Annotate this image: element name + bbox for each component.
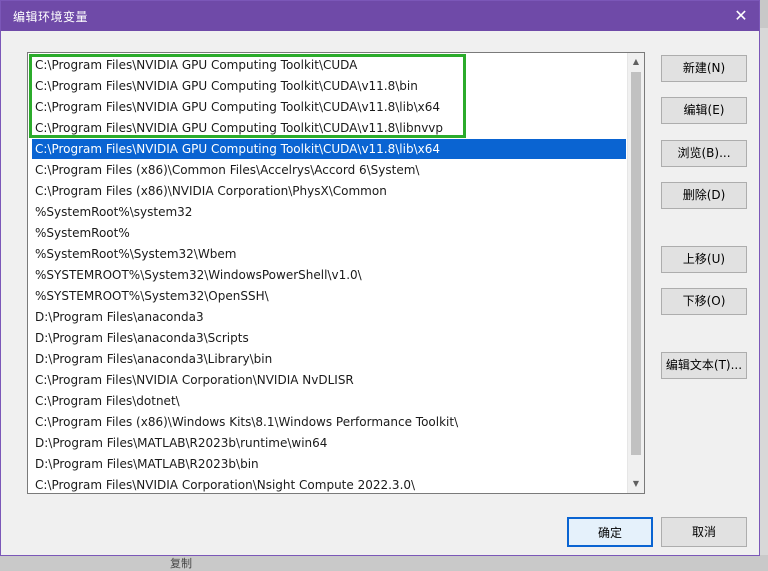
dialog-title: 编辑环境变量	[13, 10, 89, 24]
list-item[interactable]: C:\Program Files (x86)\Windows Kits\8.1\…	[32, 412, 626, 432]
background-window: 复制	[0, 555, 768, 570]
scrollbar-thumb[interactable]	[631, 72, 641, 455]
scroll-down-arrow-icon[interactable]: ▼	[628, 476, 644, 492]
list-item[interactable]: C:\Program Files\dotnet\	[32, 391, 626, 411]
list-item[interactable]: %SYSTEMROOT%\System32\WindowsPowerShell\…	[32, 265, 626, 285]
move-up-button[interactable]: 上移(U)	[661, 246, 747, 273]
edit-text-button[interactable]: 编辑文本(T)...	[661, 352, 747, 379]
list-item[interactable]: %SystemRoot%\system32	[32, 202, 626, 222]
ok-button[interactable]: 确定	[567, 517, 653, 547]
path-list[interactable]: C:\Program Files\NVIDIA GPU Computing To…	[27, 52, 645, 494]
list-item[interactable]: C:\Program Files\NVIDIA Corporation\Nsig…	[32, 475, 626, 493]
edit-button[interactable]: 编辑(E)	[661, 97, 747, 124]
browse-button[interactable]: 浏览(B)...	[661, 140, 747, 167]
list-item[interactable]: D:\Program Files\anaconda3\Library\bin	[32, 349, 626, 369]
list-item[interactable]: C:\Program Files (x86)\Common Files\Acce…	[32, 160, 626, 180]
title-bar: 编辑环境变量 ✕	[1, 1, 759, 31]
vertical-scrollbar[interactable]: ▲ ▼	[627, 53, 644, 493]
list-item[interactable]: D:\Program Files\anaconda3\Scripts	[32, 328, 626, 348]
list-item[interactable]: C:\Program Files\NVIDIA Corporation\NVID…	[32, 370, 626, 390]
list-item[interactable]: D:\Program Files\anaconda3	[32, 307, 626, 327]
list-item[interactable]: C:\Program Files (x86)\NVIDIA Corporatio…	[32, 181, 626, 201]
list-item[interactable]: D:\Program Files\MATLAB\R2023b\runtime\w…	[32, 433, 626, 453]
list-item[interactable]: C:\Program Files\NVIDIA GPU Computing To…	[32, 55, 626, 75]
list-item-selected[interactable]: C:\Program Files\NVIDIA GPU Computing To…	[32, 139, 626, 159]
list-item[interactable]: %SystemRoot%\System32\Wbem	[32, 244, 626, 264]
close-icon[interactable]: ✕	[729, 4, 753, 28]
list-item[interactable]: D:\Program Files\MATLAB\R2023b\bin	[32, 454, 626, 474]
move-down-button[interactable]: 下移(O)	[661, 288, 747, 315]
cancel-button[interactable]: 取消	[661, 517, 747, 547]
list-item[interactable]: C:\Program Files\NVIDIA GPU Computing To…	[32, 118, 626, 138]
list-item[interactable]: %SystemRoot%	[32, 223, 626, 243]
scroll-up-arrow-icon[interactable]: ▲	[628, 54, 644, 70]
delete-button[interactable]: 删除(D)	[661, 182, 747, 209]
list-item[interactable]: %SYSTEMROOT%\System32\OpenSSH\	[32, 286, 626, 306]
edit-env-variable-dialog: 编辑环境变量 ✕ C:\Program Files\NVIDIA GPU Com…	[0, 0, 760, 556]
list-item[interactable]: C:\Program Files\NVIDIA GPU Computing To…	[32, 76, 626, 96]
new-button[interactable]: 新建(N)	[661, 55, 747, 82]
list-item[interactable]: C:\Program Files\NVIDIA GPU Computing To…	[32, 97, 626, 117]
background-window-edge	[760, 28, 768, 556]
background-text-fragment: 复制	[170, 557, 192, 570]
